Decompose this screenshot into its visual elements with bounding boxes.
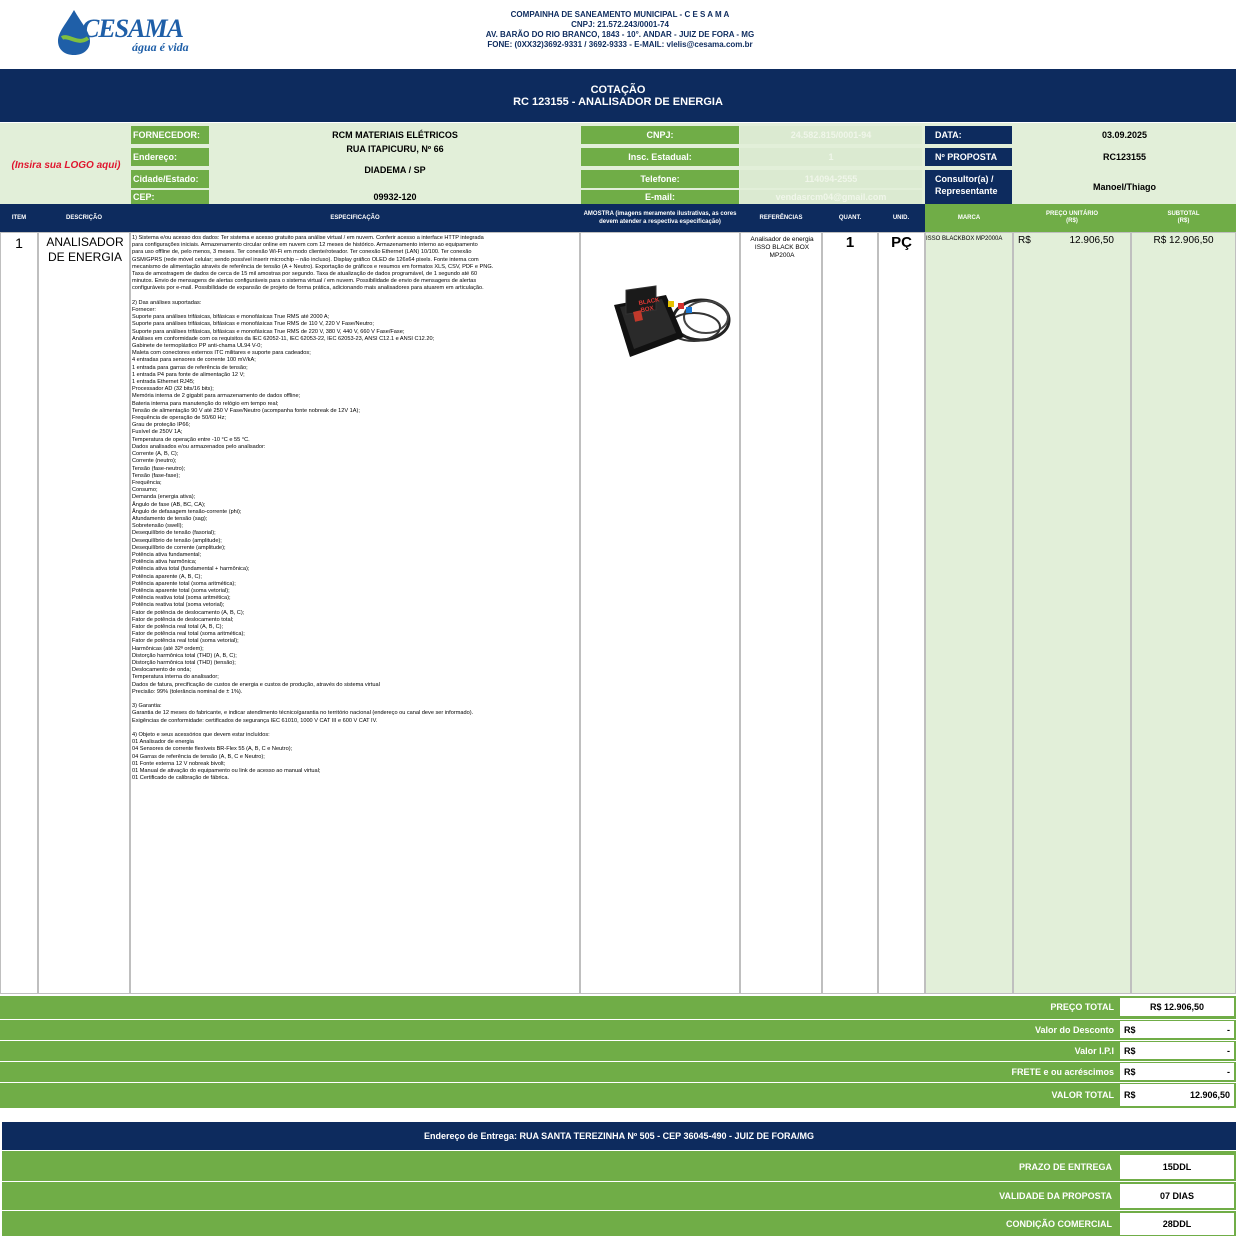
- col-subtotal: SUBTOTAL (R$): [1131, 204, 1236, 232]
- item-unit-price: 12.906,50: [1069, 235, 1115, 246]
- valor-total-value: 12.906,50: [1189, 1090, 1230, 1100]
- insc-label: Insc. Estadual:: [581, 148, 739, 166]
- col-especificacao: ESPECIFICAÇÃO: [330, 215, 380, 221]
- ipi-currency: R$: [1124, 1045, 1136, 1056]
- preco-total-label: PREÇO TOTAL: [1050, 1002, 1114, 1012]
- col-unid: UNID.: [892, 215, 910, 221]
- endereco-label: Endereço:: [131, 148, 209, 166]
- consultor-value: Manoel/Thiago: [1093, 182, 1156, 192]
- condicao-value: 28DDL: [1120, 1213, 1234, 1235]
- condicao-label: CONDIÇÃO COMERCIAL: [1006, 1219, 1112, 1229]
- analyzer-case-icon: BLACK BOX: [614, 285, 731, 357]
- endereco-value: RUA ITAPICURU, Nº 66: [346, 144, 444, 154]
- desconto-value: -: [1227, 1024, 1230, 1035]
- prazo-value: 15DDL: [1120, 1155, 1234, 1179]
- cidade-label: Cidade/Estado:: [131, 170, 209, 188]
- col-descricao: DESCRIÇÃO: [65, 215, 102, 221]
- consultor-label: Consultor(a) / Representante: [925, 170, 1012, 204]
- page-subtitle: RC 123155 - ANALISADOR DE ENERGIA: [513, 95, 723, 108]
- cnpj-value: 24.582.815/0001-94: [740, 126, 922, 144]
- item-subtotal: R$ 12.906,50: [1153, 235, 1214, 246]
- data-label: DATA:: [925, 126, 1012, 144]
- company-phone: FONE: (0XX32)3692-9331 / 3692-9333 - E-M…: [487, 40, 753, 49]
- item-description: ANALISADOR DE ENERGIA: [46, 235, 124, 264]
- telefone-value: 114094-2555: [740, 170, 922, 188]
- valor-total-currency: R$: [1124, 1090, 1136, 1100]
- item-number: 1: [15, 235, 23, 251]
- desconto-label: Valor do Desconto: [1034, 1024, 1114, 1035]
- col-preco: PREÇO UNITÁRIO (R$): [1013, 204, 1131, 232]
- col-item: ITEM: [11, 215, 27, 221]
- desconto-row: R$ -: [1120, 1021, 1234, 1038]
- prazo-label: PRAZO DE ENTREGA: [1018, 1162, 1112, 1172]
- company-info: COMPAINHA DE SANEAMENTO MUNICIPAL - C E …: [420, 10, 820, 62]
- delivery-address: Endereço de Entrega: RUA SANTA TEREZINHA…: [2, 1122, 1236, 1150]
- cnpj-label: CNPJ:: [581, 126, 739, 144]
- company-address: AV. BARÃO DO RIO BRANCO, 1843 - 10°. AND…: [485, 30, 755, 39]
- item-price-currency: R$: [1018, 235, 1031, 246]
- fornecedor-label: FORNECEDOR:: [131, 126, 209, 144]
- title-bar: COTAÇÃO RC 123155 - ANALISADOR DE ENERGI…: [0, 69, 1236, 122]
- frete-label: FRETE e ou acréscimos: [1011, 1066, 1114, 1077]
- validade-label: VALIDADE DA PROPOSTA: [999, 1191, 1112, 1201]
- company-name: COMPAINHA DE SANEAMENTO MUNICIPAL - C E …: [510, 10, 730, 19]
- company-logo: CESAMA água é vida: [54, 8, 204, 58]
- sample-image: BLACK BOX: [606, 275, 736, 365]
- validade-value: 07 DIAS: [1120, 1184, 1234, 1208]
- telefone-label: Telefone:: [581, 170, 739, 188]
- preco-total-value: R$ 12.906,50: [1120, 998, 1234, 1016]
- col-marca: MARCA: [925, 204, 1013, 232]
- item-quantity: 1: [845, 234, 855, 251]
- proposta-value: RC123155: [1102, 152, 1147, 162]
- frete-currency: R$: [1124, 1066, 1136, 1077]
- insc-value: 1: [740, 148, 922, 166]
- valor-total-row: R$ 12.906,50: [1120, 1084, 1234, 1106]
- desconto-currency: R$: [1124, 1024, 1136, 1035]
- frete-value: -: [1227, 1066, 1230, 1077]
- col-amostra: AMOSTRA (imagens meramente ilustrativas,…: [583, 211, 737, 225]
- ipi-row: R$ -: [1120, 1042, 1234, 1059]
- item-specification: 1) Sistema e/ou acesso dos dados: Ter si…: [132, 235, 494, 782]
- data-value: 03.09.2025: [1101, 130, 1148, 140]
- col-referencias: REFERÊNCIAS: [759, 215, 803, 221]
- proposta-label: Nº PROPOSTA: [925, 148, 1012, 166]
- logo-placeholder: (Insira sua LOGO aqui): [11, 159, 121, 171]
- email-value: vendasrcm04@gmail.com: [740, 190, 922, 204]
- item-references: Analisador de energia ISSO BLACK BOX MP2…: [750, 236, 814, 259]
- email-label: E-mail:: [581, 190, 739, 204]
- cidade-value: DIADEMA / SP: [364, 165, 426, 175]
- ipi-value: -: [1227, 1045, 1230, 1056]
- logo-subtext: água é vida: [132, 40, 189, 54]
- cep-label: CEP:: [131, 190, 209, 204]
- col-quant: QUANT.: [838, 215, 862, 221]
- cep-value: 09932-120: [373, 192, 417, 202]
- fornecedor-value: RCM MATERIAIS ELÉTRICOS: [332, 130, 458, 140]
- item-unit: PÇ: [891, 234, 912, 251]
- ipi-label: Valor I.P.I: [1074, 1045, 1114, 1056]
- valor-total-label: VALOR TOTAL: [1051, 1090, 1115, 1100]
- page-title: COTAÇÃO: [590, 83, 646, 96]
- company-cnpj: CNPJ: 21.572.243/0001-74: [571, 20, 669, 29]
- item-brand: ISSO BLACKBOX MP2000A: [926, 236, 1003, 242]
- frete-row: R$ -: [1120, 1063, 1234, 1080]
